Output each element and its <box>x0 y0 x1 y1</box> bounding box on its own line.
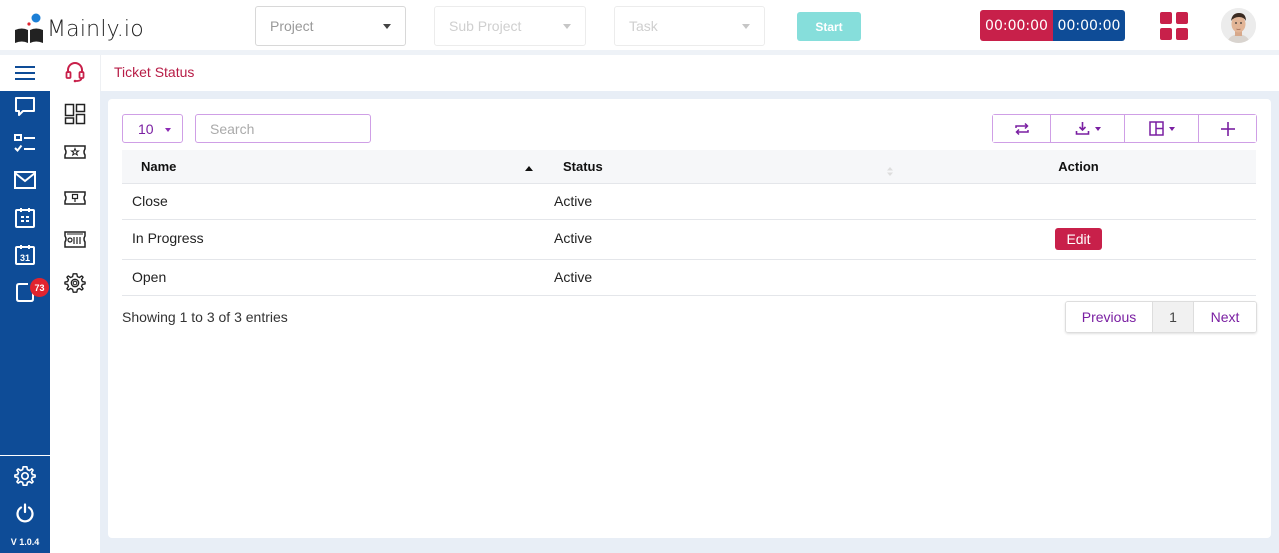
top-header: Mainly.io Project Sub Project Task Start… <box>0 0 1279 50</box>
sort-icon <box>887 167 893 176</box>
ticket-status-icon <box>64 231 86 248</box>
cell-status: Active <box>543 219 901 260</box>
calendar-grid-icon <box>15 208 35 228</box>
sidebar-item-chat[interactable] <box>0 91 50 123</box>
logo-icon <box>15 13 43 43</box>
add-button[interactable] <box>1199 115 1256 142</box>
gear-icon <box>14 466 36 486</box>
timer-total: 00:00:00 <box>1053 10 1125 41</box>
avatar-face-icon <box>1221 8 1256 43</box>
chevron-down-icon <box>383 24 391 29</box>
sidebar-item-tasks[interactable] <box>0 128 50 160</box>
chevron-down-icon <box>742 24 750 29</box>
dashboard-icon <box>64 103 86 125</box>
plus-icon <box>1220 121 1235 136</box>
cell-name: Open <box>122 259 543 296</box>
pagination: Previous 1 Next <box>1065 301 1257 333</box>
subproject-placeholder: Sub Project <box>449 18 522 34</box>
start-button[interactable]: Start <box>797 12 861 41</box>
table-header-row: Name Status Action <box>122 150 1256 184</box>
page-length-value: 10 <box>138 120 154 137</box>
module-item-dashboard[interactable] <box>50 98 100 130</box>
sidebar-item-planner[interactable] <box>0 202 50 234</box>
cell-status: Active <box>543 259 901 296</box>
notification-badge: 73 <box>30 278 49 297</box>
page-length-select[interactable]: 10 <box>122 114 183 143</box>
cell-name: Close <box>122 183 543 220</box>
project-select[interactable]: Project <box>255 6 406 46</box>
subproject-select[interactable]: Sub Project <box>434 6 586 46</box>
previous-page-button[interactable]: Previous <box>1066 302 1152 332</box>
cell-action <box>901 259 1256 296</box>
cell-status: Active <box>543 183 901 220</box>
gear-icon <box>64 273 86 293</box>
page-1-button[interactable]: 1 <box>1152 302 1194 332</box>
project-placeholder: Project <box>270 18 314 34</box>
checklist-icon <box>14 134 35 152</box>
column-header-status[interactable]: Status <box>543 150 901 184</box>
reload-button[interactable] <box>993 115 1051 142</box>
table-info: Showing 1 to 3 of 3 entries <box>122 309 288 325</box>
sidebar-item-mail[interactable] <box>0 164 50 196</box>
app-name: Mainly.io <box>47 17 144 42</box>
download-icon <box>1075 122 1089 135</box>
sidebar-item-calendar[interactable]: 31 <box>0 239 50 271</box>
module-item-ticket-status[interactable] <box>50 223 100 255</box>
headset-icon <box>65 62 85 83</box>
app-version: V 1.0.4 <box>10 537 40 547</box>
columns-button[interactable] <box>1125 115 1199 142</box>
chevron-down-icon <box>1094 126 1101 131</box>
export-button[interactable] <box>1051 115 1125 142</box>
hamburger-icon <box>15 66 35 80</box>
svg-text:31: 31 <box>20 253 30 263</box>
table-row: Close Active <box>122 183 1256 220</box>
cell-name: In Progress <box>122 219 543 260</box>
mail-icon <box>14 171 36 189</box>
columns-icon <box>1148 121 1164 136</box>
module-item-ticket-category[interactable] <box>50 136 100 168</box>
calendar-31-icon: 31 <box>15 245 35 265</box>
user-avatar[interactable] <box>1221 8 1256 43</box>
sidebar-item-logout[interactable] <box>0 497 50 529</box>
ticket-status-table: Name Status Action Close Active In Progr… <box>122 150 1256 296</box>
chevron-down-icon <box>165 128 171 132</box>
app-logo[interactable]: Mainly.io <box>14 8 144 44</box>
module-item-ticket-priority[interactable] <box>50 182 100 214</box>
page-title: Ticket Status <box>114 64 195 80</box>
task-select[interactable]: Task <box>614 6 765 46</box>
ticket-star-icon <box>64 145 86 159</box>
module-item-support-settings[interactable] <box>50 267 100 299</box>
chat-icon <box>15 97 35 116</box>
power-icon <box>16 503 34 523</box>
cell-action: Edit <box>901 219 1256 260</box>
table-row: In Progress Active Edit <box>122 219 1256 260</box>
column-header-name[interactable]: Name <box>122 150 543 184</box>
sidebar-item-settings[interactable] <box>0 460 50 492</box>
ticket-pin-icon <box>64 191 86 205</box>
table-row: Open Active <box>122 259 1256 296</box>
refresh-icon <box>1014 122 1029 135</box>
search-input[interactable] <box>195 114 371 143</box>
timer-display: 00:00:00 00:00:00 <box>980 10 1125 41</box>
chevron-down-icon <box>563 24 571 29</box>
page-header <box>100 55 1279 91</box>
sort-ascending-icon <box>525 166 533 171</box>
chevron-down-icon <box>1168 126 1175 131</box>
table-toolbar <box>992 114 1257 143</box>
edit-button[interactable]: Edit <box>1055 228 1102 250</box>
menu-toggle[interactable] <box>0 55 50 91</box>
sidebar-divider <box>0 455 50 456</box>
column-header-action: Action <box>901 150 1256 184</box>
timer-today: 00:00:00 <box>980 10 1053 41</box>
next-page-button[interactable]: Next <box>1194 302 1256 332</box>
module-item-support[interactable] <box>50 56 100 88</box>
task-placeholder: Task <box>629 18 658 34</box>
grid-icon[interactable] <box>1160 12 1188 40</box>
cell-action <box>901 183 1256 220</box>
